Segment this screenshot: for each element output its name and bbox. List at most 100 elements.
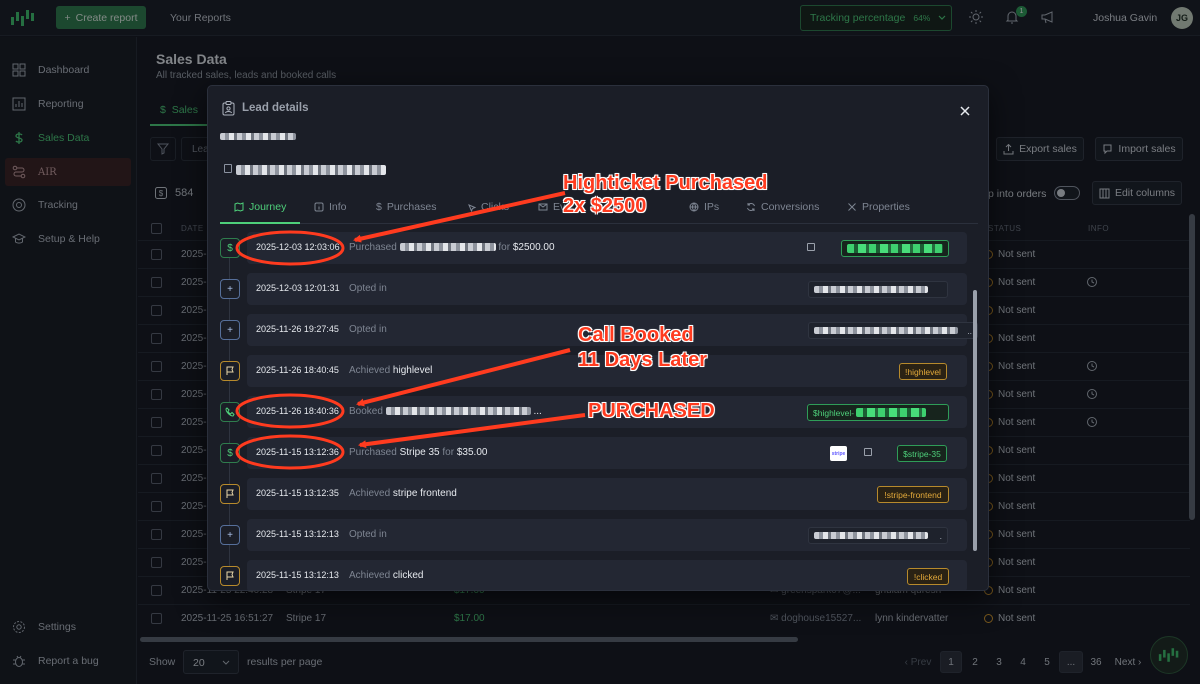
event-tag[interactable]: . <box>808 527 948 544</box>
page-2-button[interactable]: 2 <box>964 651 986 673</box>
row-checkbox[interactable] <box>151 249 162 260</box>
event-tag[interactable] <box>841 240 949 257</box>
event-tag[interactable]: !highlevel <box>899 363 947 380</box>
row-checkbox[interactable] <box>151 277 162 288</box>
theme-sun-icon[interactable] <box>968 9 984 25</box>
sidebar-item-label: AIR <box>38 166 57 178</box>
per-page-select[interactable]: 20 <box>183 650 239 674</box>
cell-date: 2025- <box>181 389 207 400</box>
row-checkbox[interactable] <box>151 473 162 484</box>
history-icon[interactable] <box>1086 360 1098 372</box>
avatar[interactable]: JG <box>1171 7 1193 29</box>
sidebar-item-reporting[interactable]: Reporting <box>5 90 131 118</box>
tracking-percentage-dropdown[interactable]: Tracking percentage 64% <box>800 5 952 31</box>
event-action: Opted in <box>349 324 387 335</box>
journey-event-optin[interactable]: 2025-11-15 13:12:13 Opted in . <box>247 519 967 551</box>
status-badge: Not sent <box>984 585 1035 596</box>
page-4-button[interactable]: 4 <box>1012 651 1034 673</box>
row-checkbox[interactable] <box>151 389 162 400</box>
help-fab-button[interactable] <box>1150 636 1188 674</box>
sidebar-item-air[interactable]: AIR <box>5 158 131 186</box>
close-icon[interactable] <box>959 105 971 117</box>
row-checkbox[interactable] <box>151 613 162 624</box>
row-checkbox[interactable] <box>151 557 162 568</box>
tab-sales[interactable]: $ Sales <box>160 104 198 116</box>
row-checkbox[interactable] <box>151 585 162 596</box>
cell-date: 2025- <box>181 445 207 456</box>
journey-event-purchase[interactable]: 2025-12-03 12:03:06 Purchased for $2500.0… <box>247 232 967 264</box>
horizontal-scrollbar[interactable] <box>140 637 798 642</box>
group-into-orders-toggle[interactable] <box>1054 186 1080 200</box>
row-checkbox[interactable] <box>151 361 162 372</box>
tab-info[interactable]: Info <box>314 201 347 213</box>
sidebar-item-dashboard[interactable]: Dashboard <box>5 56 131 84</box>
row-checkbox[interactable] <box>151 417 162 428</box>
tab-purchases[interactable]: $ Purchases <box>376 201 436 213</box>
megaphone-icon[interactable] <box>1040 9 1056 25</box>
next-page-button[interactable]: Next › <box>1110 651 1146 673</box>
tab-events[interactable]: Ev <box>538 201 565 213</box>
col-header-status[interactable]: STATUS <box>988 216 1021 240</box>
sidebar-item-label: Settings <box>38 621 76 633</box>
redacted-tag <box>814 532 928 539</box>
copy-icon[interactable] <box>224 164 232 173</box>
col-header-date[interactable]: DATE <box>181 216 204 240</box>
event-action-label: Opted in <box>349 529 387 540</box>
tab-properties[interactable]: Properties <box>847 201 910 213</box>
journey-event-achieved[interactable]: 2025-11-15 13:12:13 Achieved clicked !cli… <box>247 560 967 590</box>
user-name[interactable]: Joshua Gavin <box>1093 12 1157 24</box>
sidebar-item-tracking[interactable]: Tracking <box>5 191 131 219</box>
row-checkbox[interactable] <box>151 305 162 316</box>
row-checkbox[interactable] <box>151 445 162 456</box>
tab-journey[interactable]: Journey <box>234 201 286 213</box>
event-tag[interactable] <box>808 281 948 298</box>
page-5-button[interactable]: 5 <box>1036 651 1058 673</box>
event-tag[interactable]: !stripe-frontend <box>877 486 949 503</box>
history-icon[interactable] <box>1086 416 1098 428</box>
row-checkbox[interactable] <box>151 333 162 344</box>
sidebar-item-settings[interactable]: Settings <box>5 613 131 641</box>
edit-icon[interactable] <box>807 243 815 251</box>
status-text: Not sent <box>998 445 1036 456</box>
import-sales-button[interactable]: Import sales <box>1095 137 1183 161</box>
vertical-scrollbar[interactable] <box>1189 214 1195 520</box>
journey-event-achieved[interactable]: 2025-11-15 13:12:35 Achieved stripe front… <box>247 478 967 510</box>
table-row[interactable]: 2025-11-25 16:51:27 Stripe 17 $17.00 ✉ dogh… <box>138 604 1190 632</box>
event-action: Purchased for $2500.00 <box>349 242 555 253</box>
create-report-button[interactable]: + Create report <box>56 6 146 29</box>
event-value: highlevel <box>392 365 433 376</box>
page-3-button[interactable]: 3 <box>988 651 1010 673</box>
per-page-value: 20 <box>193 657 205 669</box>
tab-conversions[interactable]: Conversions <box>746 201 819 213</box>
edit-columns-button[interactable]: Edit columns <box>1092 181 1182 205</box>
status-badge: Not sent <box>984 277 1035 288</box>
status-text: Not sent <box>998 333 1036 344</box>
redacted-product <box>399 243 496 252</box>
modal-scrollbar[interactable] <box>973 290 977 551</box>
tab-clicks[interactable]: Clicks <box>466 201 509 213</box>
sidebar-item-sales-data[interactable]: Sales Data <box>5 124 131 152</box>
select-all-checkbox[interactable] <box>151 223 162 234</box>
app-logo-icon[interactable] <box>10 8 36 28</box>
history-icon[interactable] <box>1086 276 1098 288</box>
page-36-button[interactable]: 36 <box>1085 651 1107 673</box>
page-1-button[interactable]: 1 <box>940 651 962 673</box>
sidebar-item-label: Dashboard <box>38 64 90 76</box>
sidebar-item-setup-help[interactable]: Setup & Help <box>5 225 131 253</box>
tab-ips[interactable]: IPs <box>689 201 719 213</box>
history-icon[interactable] <box>1086 388 1098 400</box>
row-checkbox[interactable] <box>151 501 162 512</box>
prev-page-button[interactable]: ‹ Prev <box>900 651 936 673</box>
sidebar-item-report-bug[interactable]: Report a bug <box>5 647 131 675</box>
export-sales-button[interactable]: Export sales <box>996 137 1084 161</box>
event-tag[interactable]: $stripe-35 <box>897 445 947 462</box>
your-reports-link[interactable]: Your Reports <box>170 12 231 24</box>
event-tag[interactable]: $highlevel- <box>807 404 949 421</box>
journey-event-optin[interactable]: 2025-12-03 12:01:31 Opted in <box>247 273 967 305</box>
event-tag[interactable]: !clicked <box>907 568 949 585</box>
journey-event-purchase[interactable]: 2025-11-15 13:12:36 Purchased Stripe 35 f… <box>247 437 967 469</box>
row-checkbox[interactable] <box>151 529 162 540</box>
edit-icon[interactable] <box>864 448 872 456</box>
filter-button[interactable] <box>150 137 176 161</box>
event-tag[interactable]: .. <box>808 322 978 339</box>
